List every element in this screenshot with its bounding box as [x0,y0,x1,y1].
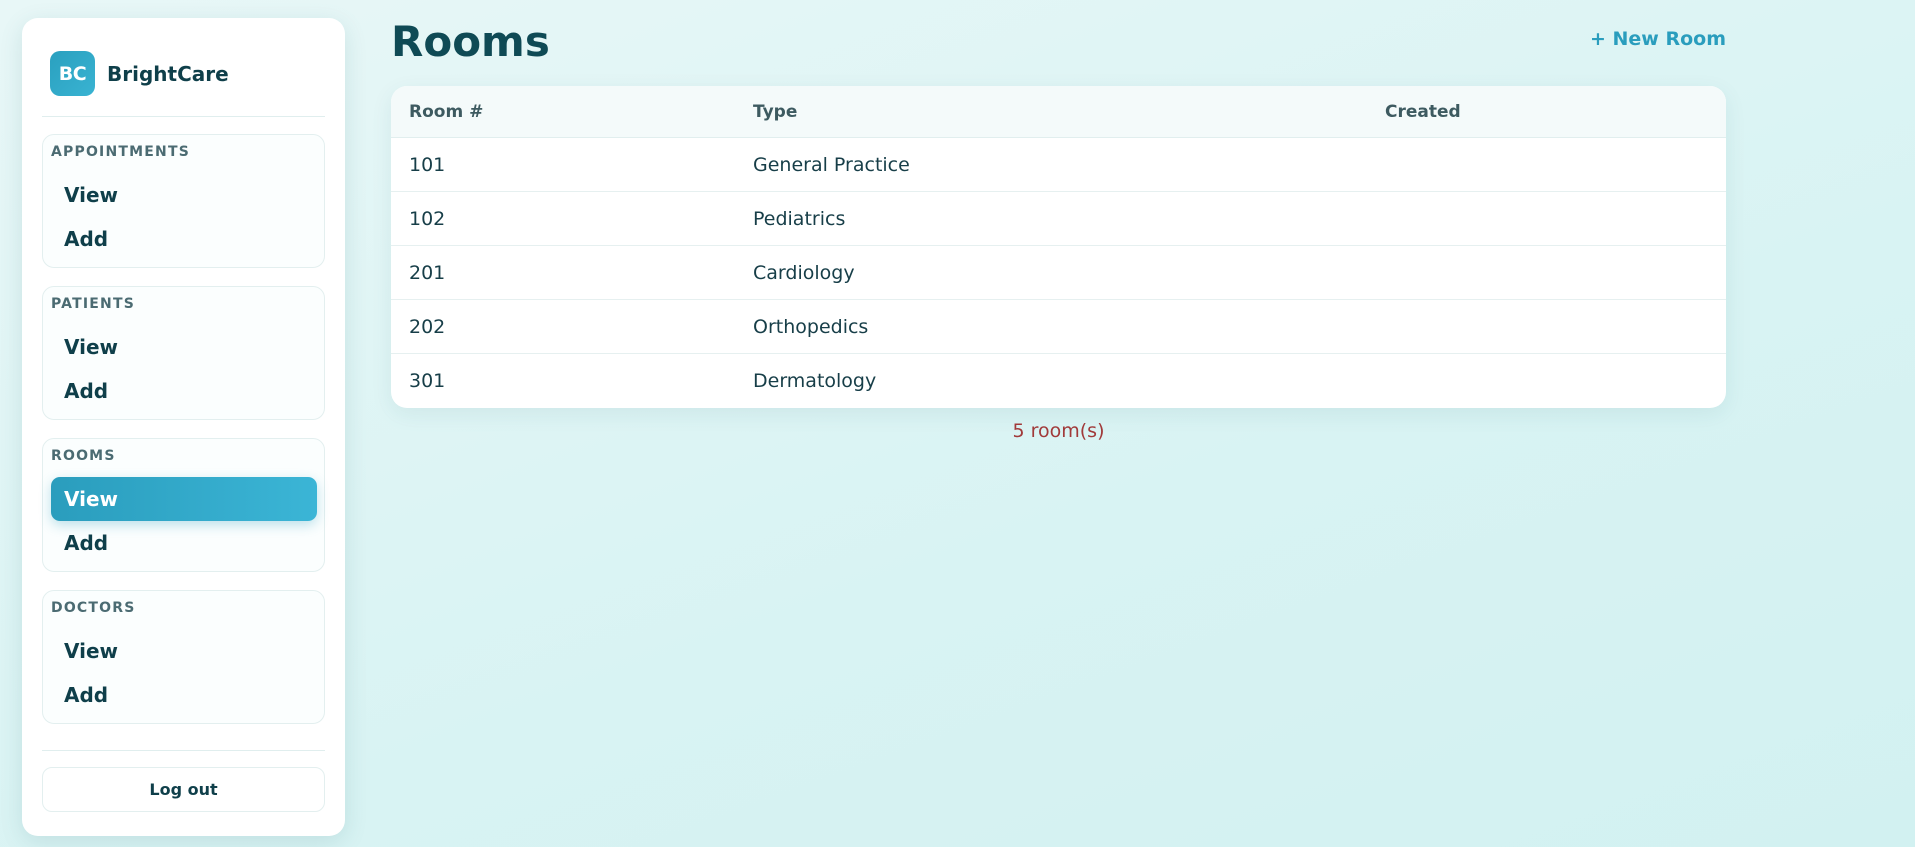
cell-room-number: 301 [409,370,446,392]
page-title: Rooms [391,17,550,66]
room-count: 5 room(s) [1012,420,1105,442]
nav-group-title: DOCTORS [51,600,136,616]
brand: BC BrightCare [50,51,229,96]
nav-rooms-view[interactable]: View [51,477,317,521]
nav-rooms-add[interactable]: Add [51,521,317,565]
sidebar-divider-bottom [42,750,325,751]
nav-doctors-add[interactable]: Add [51,673,317,717]
rooms-table: Room # Type Created 101 General Practice… [391,86,1726,408]
cell-room-number: 102 [409,208,446,230]
cell-room-type: Pediatrics [753,208,846,230]
brand-name: BrightCare [107,61,229,86]
cell-room-number: 201 [409,262,446,284]
nav-group-title: PATIENTS [51,296,135,312]
table-row[interactable]: 202 Orthopedics [391,300,1726,354]
column-header-created[interactable]: Created [1385,86,1461,137]
nav-group-patients: PATIENTS View Add [42,286,325,420]
nav-group-rooms: ROOMS View Add [42,438,325,572]
cell-room-type: Orthopedics [753,316,869,338]
table-row[interactable]: 201 Cardiology [391,246,1726,300]
table-row[interactable]: 101 General Practice [391,138,1726,192]
nav-appointments-add[interactable]: Add [51,217,317,261]
logout-button[interactable]: Log out [42,767,325,812]
brand-logo: BC [50,51,95,96]
table-row[interactable]: 102 Pediatrics [391,192,1726,246]
new-room-button[interactable]: + New Room [1590,28,1726,50]
cell-room-number: 202 [409,316,446,338]
nav-patients-view[interactable]: View [51,325,317,369]
table-row[interactable]: 301 Dermatology [391,354,1726,408]
nav-appointments-view[interactable]: View [51,173,317,217]
sidebar-divider-top [42,116,325,117]
table-header: Room # Type Created [391,86,1726,138]
cell-room-type: Cardiology [753,262,855,284]
nav-group-title: ROOMS [51,448,116,464]
nav-doctors-view[interactable]: View [51,629,317,673]
cell-room-number: 101 [409,154,446,176]
cell-room-type: Dermatology [753,370,877,392]
column-header-room[interactable]: Room # [409,86,483,137]
sidebar: BC BrightCare APPOINTMENTS View Add PATI… [22,18,345,836]
nav-group-title: APPOINTMENTS [51,144,190,160]
nav-patients-add[interactable]: Add [51,369,317,413]
nav-group-appointments: APPOINTMENTS View Add [42,134,325,268]
nav-group-doctors: DOCTORS View Add [42,590,325,724]
column-header-type[interactable]: Type [753,86,797,137]
cell-room-type: General Practice [753,154,910,176]
